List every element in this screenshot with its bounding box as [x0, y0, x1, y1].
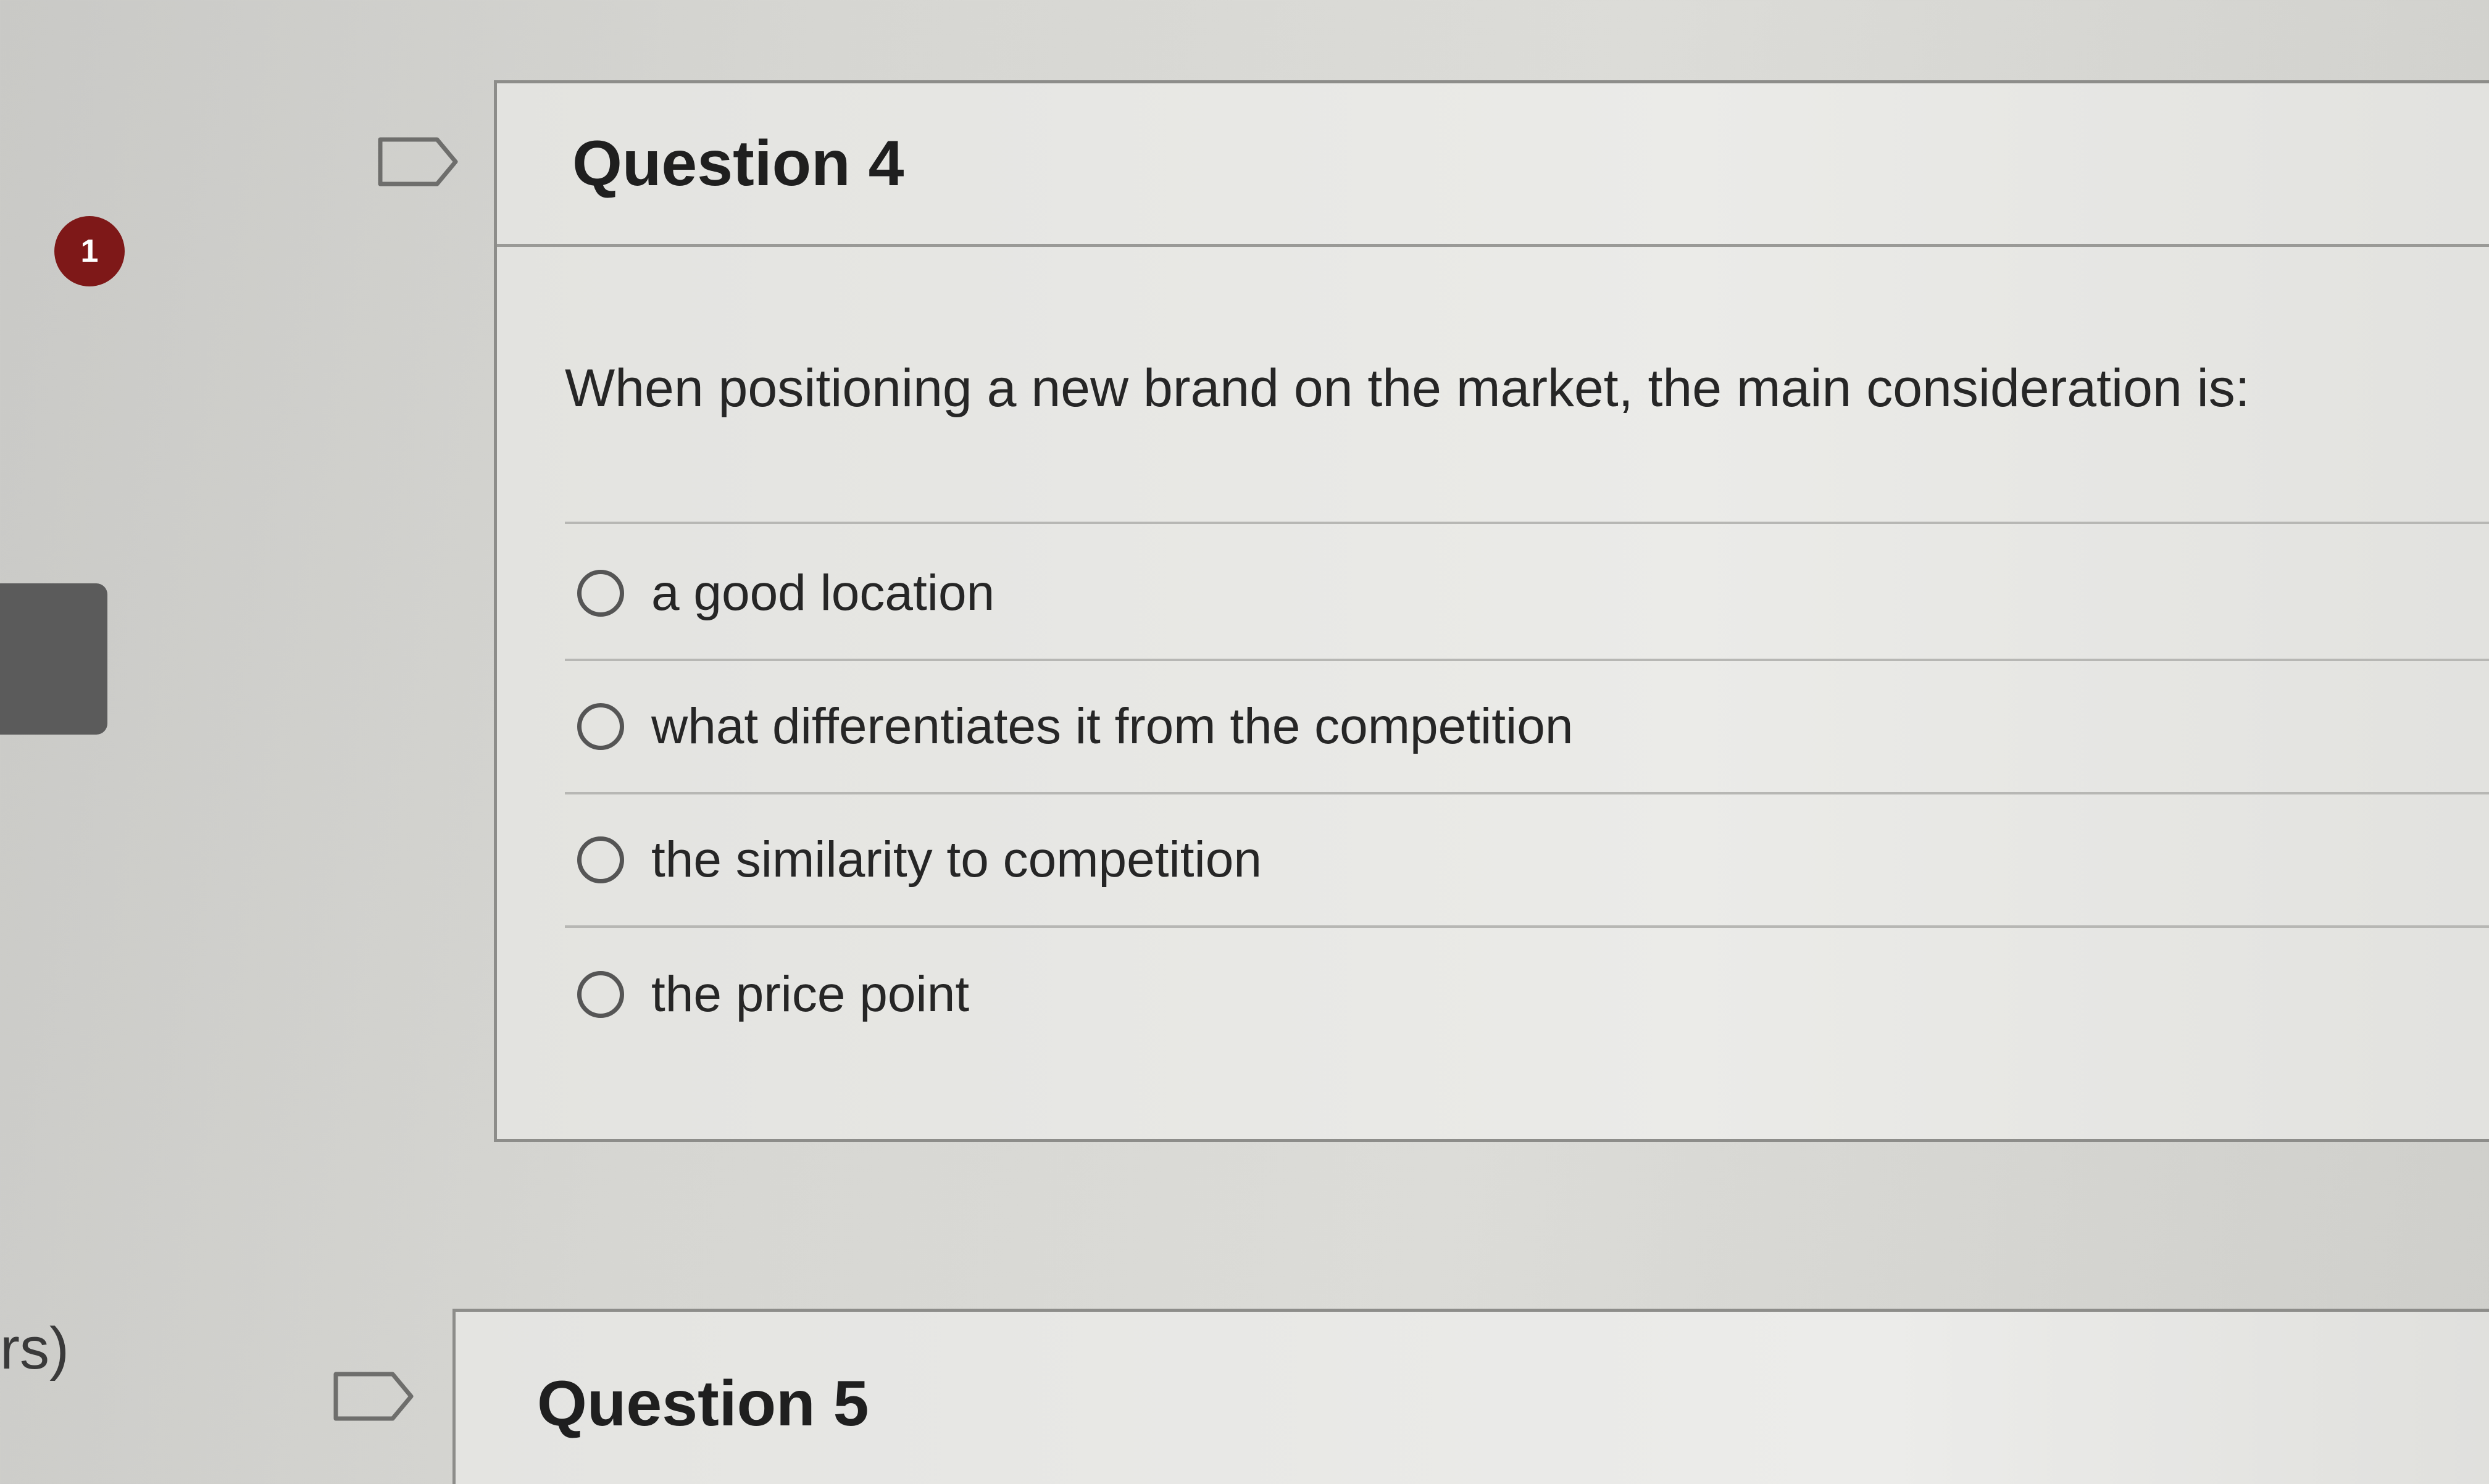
question-prompt: When positioning a new brand on the mark…: [565, 359, 2250, 418]
question-card: Question 5: [452, 1309, 2489, 1484]
answer-option[interactable]: the price point: [565, 928, 2489, 1061]
answer-options: a good location what differentiates it f…: [565, 528, 2489, 1061]
radio-unchecked-icon[interactable]: [577, 971, 624, 1018]
question-header: Question 4: [497, 83, 2489, 247]
left-rail: 1 rs): [0, 0, 346, 1484]
rail-cropped-label: rs): [0, 1315, 69, 1382]
question-title: Question 5: [537, 1368, 869, 1440]
answer-option-label: what differentiates it from the competit…: [651, 698, 1574, 754]
bookmark-flag-icon[interactable]: [378, 137, 458, 186]
radio-unchecked-icon[interactable]: [577, 703, 624, 750]
question-title: Question 4: [572, 127, 904, 199]
answer-option[interactable]: the similarity to competition: [565, 794, 2489, 928]
answer-option-label: a good location: [651, 565, 995, 621]
answer-option-label: the price point: [651, 966, 970, 1022]
unanswered-count-badge: 1: [54, 216, 125, 286]
radio-unchecked-icon[interactable]: [577, 570, 624, 617]
answer-option[interactable]: what differentiates it from the competit…: [565, 661, 2489, 794]
question-card: Question 4 When positioning a new brand …: [494, 80, 2489, 1142]
bookmark-flag-icon[interactable]: [333, 1372, 414, 1421]
answer-option-label: the similarity to competition: [651, 832, 1262, 888]
answer-option[interactable]: a good location: [565, 528, 2489, 661]
rail-scroll-handle[interactable]: [0, 583, 107, 735]
radio-unchecked-icon[interactable]: [577, 836, 624, 883]
divider: [565, 522, 2489, 524]
